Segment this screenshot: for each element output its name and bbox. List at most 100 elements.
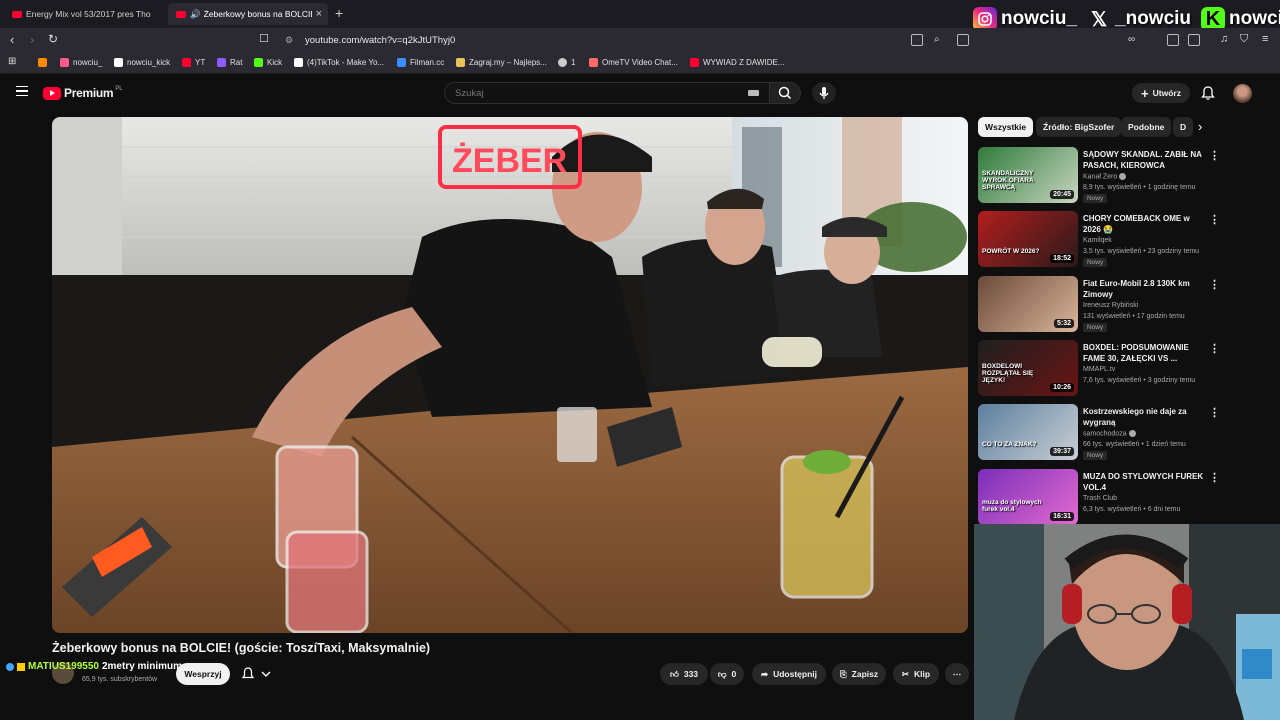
more-vertical-icon[interactable]: ⋮ bbox=[1209, 342, 1220, 355]
video-thumbnail[interactable]: BOXDELOWI ROZPLĄTAŁ SIĘ JĘZYK! 10:26 bbox=[978, 340, 1078, 396]
chip-all[interactable]: Wszystkie bbox=[978, 117, 1034, 137]
sidebar-icon[interactable] bbox=[1188, 34, 1200, 46]
chat-username: MATIUS199550 bbox=[28, 661, 99, 672]
shield-icon[interactable]: ⛉ bbox=[1240, 33, 1248, 46]
chip-more[interactable]: D bbox=[1173, 117, 1193, 137]
channel-name[interactable]: Kanał Zero bbox=[1083, 173, 1127, 180]
hamburger-menu-icon[interactable] bbox=[16, 86, 28, 96]
recommended-video[interactable]: BOXDELOWI ROZPLĄTAŁ SIĘ JĘZYK! 10:26 BOXDE… bbox=[978, 340, 1228, 400]
search-button[interactable] bbox=[769, 82, 801, 104]
bookmark-item[interactable]: nowciu_kick bbox=[114, 58, 170, 67]
youtube-play-icon bbox=[43, 86, 61, 100]
dislike-button[interactable]: 👎︎ 0 bbox=[710, 663, 744, 685]
apps-grid-icon[interactable]: ⊞ bbox=[8, 56, 16, 67]
back-icon[interactable]: ‹ bbox=[10, 32, 14, 47]
more-actions-button[interactable]: ⋯ bbox=[945, 663, 969, 685]
share-button[interactable]: ➦ Udostępnij bbox=[752, 663, 826, 685]
music-icon[interactable]: ♫ bbox=[1220, 33, 1228, 45]
subscription-bell-dropdown[interactable] bbox=[241, 667, 273, 686]
tab-close-icon[interactable]: × bbox=[316, 8, 322, 20]
chip-related[interactable]: Podobne bbox=[1121, 117, 1172, 137]
notifications-bell-icon[interactable] bbox=[1201, 85, 1215, 106]
more-vertical-icon[interactable]: ⋮ bbox=[1209, 406, 1220, 419]
url-field[interactable]: youtube.com/watch?v=q2kJtUThyj0 bbox=[305, 35, 455, 46]
more-vertical-icon[interactable]: ⋮ bbox=[1209, 213, 1220, 226]
x-handle: _nowciu bbox=[1115, 8, 1192, 29]
video-player[interactable]: ŻEBER bbox=[52, 117, 968, 633]
bookmark-item[interactable]: Rat bbox=[217, 58, 242, 67]
voice-search-button[interactable] bbox=[812, 82, 836, 104]
channel-name[interactable]: Ireneusz Rybiński bbox=[1083, 302, 1138, 309]
channel-name[interactable]: samochodoza bbox=[1083, 430, 1136, 437]
cast-icon[interactable] bbox=[911, 34, 923, 46]
bookmark-item[interactable]: Filman.cc bbox=[397, 58, 444, 67]
video-thumbnail[interactable]: CO TO ZA ZNAK? 39:37 bbox=[978, 404, 1078, 460]
recommended-video[interactable]: CO TO ZA ZNAK? 39:37 Kostrzewskiego nie da… bbox=[978, 404, 1228, 464]
thumbs-down-icon: 👎︎ bbox=[717, 668, 727, 679]
video-title[interactable]: MUZA DO STYLOWYCH FUREK VOL.4 bbox=[1083, 471, 1205, 493]
video-title[interactable]: SĄDOWY SKANDAL. ZABIŁ NA PASACH, KIEROWC… bbox=[1083, 149, 1205, 171]
keyboard-icon[interactable] bbox=[748, 90, 759, 96]
video-title[interactable]: Kostrzewskiego nie daje za wygraną bbox=[1083, 406, 1205, 428]
site-info-icon[interactable]: ⚙ bbox=[285, 35, 293, 46]
bookmark-item[interactable]: OmeTV Video Chat... bbox=[589, 58, 678, 67]
bookmark-item[interactable]: YT bbox=[182, 58, 205, 67]
save-bookmark-icon: ⎘ bbox=[839, 668, 847, 679]
chip-source[interactable]: Źródło: BigSzofer bbox=[1036, 117, 1122, 137]
video-thumbnail[interactable]: muza do stylowych furek vol.4 16:31 bbox=[978, 469, 1078, 525]
bookmark-page-icon[interactable]: ☐ bbox=[259, 32, 269, 45]
channel-name[interactable]: Kamilqek bbox=[1083, 237, 1112, 244]
bookmark-item[interactable]: nowciu_ bbox=[60, 58, 102, 67]
zoom-icon[interactable]: ⌕ bbox=[934, 34, 940, 45]
extensions-icon[interactable] bbox=[1167, 34, 1179, 46]
video-thumbnail[interactable]: POWRÓT W 2026? 18:52 bbox=[978, 211, 1078, 267]
video-thumbnail[interactable]: SKANDALICZNY WYROK OFIARA SPRAWCĄ 20:45 bbox=[978, 147, 1078, 203]
video-title[interactable]: Fiat Euro-Mobil 2.8 130K km Zimowy bbox=[1083, 278, 1205, 300]
bookmark-item[interactable]: (4)TikTok - Make Yo... bbox=[294, 58, 384, 67]
bookmark-icon-only[interactable] bbox=[38, 58, 51, 67]
more-vertical-icon[interactable]: ⋮ bbox=[1209, 471, 1220, 484]
search-input[interactable] bbox=[445, 83, 725, 104]
bookmark-item[interactable]: Zagraj.my – Najleps... bbox=[456, 58, 547, 67]
recommended-video[interactable]: SKANDALICZNY WYROK OFIARA SPRAWCĄ 20:45 SĄ… bbox=[978, 147, 1228, 207]
video-thumbnail[interactable]: 5:32 bbox=[978, 276, 1078, 332]
vpn-icon[interactable]: ∞ bbox=[1128, 34, 1135, 45]
create-button[interactable]: + Utwórz bbox=[1132, 83, 1190, 103]
video-title[interactable]: CHORY COMEBACK OME w 2026 😭 bbox=[1083, 213, 1205, 235]
channel-name[interactable]: MMAPL.tv bbox=[1083, 366, 1115, 373]
recommended-video[interactable]: muza do stylowych furek vol.4 16:31 MUZA D… bbox=[978, 469, 1228, 529]
thumbnail-text: muza do stylowych furek vol.4 bbox=[982, 499, 1042, 513]
chat-message: 2metry minimum bbox=[101, 661, 182, 672]
new-tab-icon[interactable]: + bbox=[335, 5, 343, 21]
browser-tab-energy-mix[interactable]: Energy Mix vol 53/2017 pres Tho bbox=[4, 3, 164, 25]
clip-button[interactable]: ✂ Klip bbox=[893, 663, 939, 685]
bookmark-item[interactable]: 1 bbox=[558, 58, 575, 67]
recommended-video[interactable]: 5:32 Fiat Euro-Mobil 2.8 130K km Zimowy Ir… bbox=[978, 276, 1228, 336]
more-vertical-icon[interactable]: ⋮ bbox=[1209, 149, 1220, 162]
join-button[interactable]: Wesprzyj bbox=[176, 663, 230, 685]
like-button[interactable]: 👍︎ 333 bbox=[660, 663, 708, 685]
video-title[interactable]: BOXDEL: PODSUMOWANIE FAME 30, ZAŁĘCKI VS… bbox=[1083, 342, 1205, 364]
save-button[interactable]: ⎘ Zapisz bbox=[832, 663, 886, 685]
more-horizontal-icon: ⋯ bbox=[952, 668, 962, 679]
browser-tab-active[interactable]: 🔊 Żeberkowy bonus na BOLCIE! × bbox=[168, 3, 328, 25]
bookmark-item[interactable]: Kick bbox=[254, 58, 282, 67]
ometv-icon bbox=[589, 58, 598, 67]
youtube-premium-logo[interactable]: Premium PL bbox=[43, 86, 123, 100]
account-avatar[interactable] bbox=[1233, 84, 1252, 103]
forward-icon[interactable]: › bbox=[30, 32, 34, 47]
menu-icon[interactable]: ≡ bbox=[1262, 33, 1268, 45]
twitch-icon bbox=[217, 58, 226, 67]
chevron-right-icon[interactable]: › bbox=[1198, 119, 1202, 134]
reload-icon[interactable]: ↻ bbox=[48, 32, 58, 46]
bookmark-item[interactable]: WYWIAD Z DAWIDE... bbox=[690, 58, 784, 67]
share-page-icon[interactable] bbox=[957, 34, 969, 46]
search-box[interactable] bbox=[444, 82, 770, 104]
channel-name[interactable]: Trash Club bbox=[1083, 495, 1117, 502]
thumbnail-text: POWRÓT W 2026? bbox=[982, 248, 1040, 255]
globe-icon bbox=[558, 58, 567, 67]
more-vertical-icon[interactable]: ⋮ bbox=[1209, 278, 1220, 291]
youtube-icon bbox=[182, 58, 191, 67]
recommended-video[interactable]: POWRÓT W 2026? 18:52 CHORY COMEBACK OME w … bbox=[978, 211, 1228, 271]
youtube-favicon-icon bbox=[176, 10, 186, 18]
